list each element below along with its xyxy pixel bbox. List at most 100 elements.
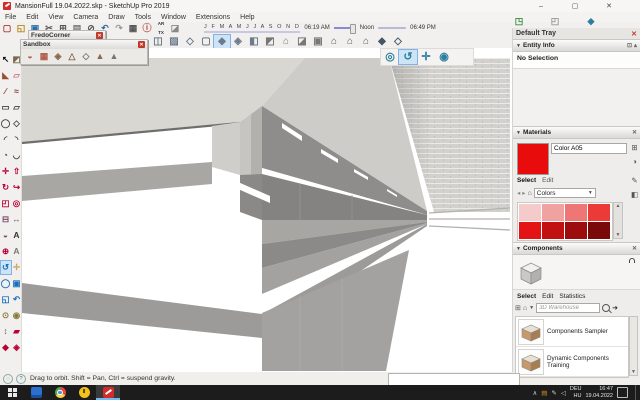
tool-rectangle-icon[interactable]: ▭ xyxy=(1,101,11,114)
sandbox-drape-icon[interactable]: ◇ xyxy=(79,51,93,62)
close-icon[interactable]: ✕ xyxy=(632,245,637,252)
tool-dimension-icon[interactable]: ↔ xyxy=(12,213,22,226)
sandbox-from-contours-icon[interactable]: ◒ xyxy=(23,51,37,62)
create-material-icon[interactable]: ⊞ xyxy=(630,143,639,152)
tool-three-d-text-icon[interactable]: A xyxy=(12,245,22,258)
tray-expand-icon[interactable]: ∧ xyxy=(532,389,537,397)
tool-push-pull-icon[interactable]: ⇧ xyxy=(12,165,22,178)
tool-polygon-icon[interactable]: ◇ xyxy=(12,117,22,130)
style-wireframe-icon[interactable]: ◇ xyxy=(182,35,198,48)
style-view-extra-b-icon[interactable]: ◇ xyxy=(390,35,406,48)
model-corner-facet-1[interactable] xyxy=(212,122,240,175)
tool-offset-icon[interactable]: ◎ xyxy=(12,197,22,210)
back-icon[interactable]: ◂ xyxy=(517,189,520,197)
color-swatch[interactable] xyxy=(565,204,587,221)
tool-walk-icon[interactable]: ↕ xyxy=(1,325,11,338)
in-model-icon[interactable]: ⌂ xyxy=(523,305,527,312)
collection-dropdown[interactable]: Colors ▼ xyxy=(534,188,596,198)
geolocation-icon[interactable]: ◌ xyxy=(3,374,13,384)
material-name-field[interactable] xyxy=(551,143,627,154)
color-swatch[interactable] xyxy=(519,222,541,239)
style-shaded-icon[interactable]: ◆ xyxy=(214,35,230,48)
menu-item[interactable]: Edit xyxy=(21,14,43,21)
menu-item[interactable]: Camera xyxy=(68,14,103,21)
tool-three-point-arc-icon[interactable]: ◡ xyxy=(12,149,22,162)
style-x-ray-icon[interactable]: ◫ xyxy=(150,35,166,48)
sandbox-flip-edge-icon[interactable]: ▲ xyxy=(107,51,121,62)
menu-item[interactable]: File xyxy=(0,14,21,21)
toolbar-shadows-toggle-icon[interactable]: ◪ xyxy=(168,23,182,34)
menu-item[interactable]: Draw xyxy=(103,14,129,21)
toolbar-artx-icon[interactable]: AR TX xyxy=(154,23,168,34)
scroll-up-icon[interactable]: ▲ xyxy=(616,203,621,209)
camera-look-around-icon[interactable]: ◉ xyxy=(435,50,453,64)
tool-move-icon[interactable]: ✛ xyxy=(1,165,11,178)
sandbox-from-scratch-icon[interactable]: ▦ xyxy=(37,51,51,62)
warehouse-search-input[interactable] xyxy=(536,303,600,313)
shadow-date-slider[interactable]: J F M A M J J A S O N D xyxy=(204,24,300,33)
details-icon[interactable]: ⊡ xyxy=(627,42,632,49)
tool-follow-me-icon[interactable]: ↪ xyxy=(12,181,22,194)
color-swatch[interactable] xyxy=(519,204,541,221)
toolbar-redo-icon[interactable]: ↷ xyxy=(112,23,126,34)
style-shaded-textures-icon[interactable]: ◈ xyxy=(230,35,246,48)
model-viewport[interactable] xyxy=(22,48,512,372)
sample-paint-icon[interactable]: ✎ xyxy=(630,176,639,185)
component-list-item[interactable]: Components Sampler xyxy=(516,317,628,347)
camera-orbit-icon[interactable]: ↺ xyxy=(399,50,417,64)
tool-freehand-icon[interactable]: ≈ xyxy=(12,85,22,98)
scroll-down-icon[interactable]: ▼ xyxy=(631,369,636,375)
component-list-item[interactable]: Dynamic Components Training xyxy=(516,347,628,377)
menu-item[interactable]: Tools xyxy=(130,14,156,21)
color-swatch[interactable] xyxy=(542,222,564,239)
volume-icon[interactable]: ◁ xyxy=(561,389,566,397)
materials-scrollbar[interactable]: ▲ ▼ xyxy=(613,202,623,239)
color-swatch[interactable] xyxy=(588,204,610,221)
paint-cursor-icon[interactable]: ◧ xyxy=(630,190,639,199)
menu-item[interactable]: Extensions xyxy=(191,14,235,21)
tool-tape-measure-icon[interactable]: ⊟ xyxy=(1,213,11,226)
model-corner-facet-2[interactable] xyxy=(240,114,251,176)
close-icon[interactable]: ✕ xyxy=(138,41,145,48)
materials-header[interactable]: ▼ Materials ✕ xyxy=(513,126,640,139)
tool-section-fill-icon[interactable]: ◆ xyxy=(1,341,11,354)
menu-item[interactable]: View xyxy=(43,14,68,21)
close-button[interactable]: ✕ xyxy=(592,0,626,12)
sandbox-stamp-icon[interactable]: △ xyxy=(65,51,79,62)
tool-two-point-arc-icon[interactable]: ◝ xyxy=(12,133,22,146)
components-tab-statistics[interactable]: Statistics xyxy=(559,293,585,300)
components-tab-edit[interactable]: Edit xyxy=(542,293,553,300)
tool-circle-icon[interactable]: ◯ xyxy=(1,117,11,130)
help-icon[interactable]: ? xyxy=(16,374,26,384)
tool-zoom-previous-icon[interactable]: ↶ xyxy=(12,293,22,306)
tool-eraser-icon[interactable]: ▱ xyxy=(12,69,22,82)
model-corner-facet-3[interactable] xyxy=(251,106,262,176)
tool-zoom-icon[interactable]: ◯ xyxy=(1,277,11,290)
menu-item[interactable]: Help xyxy=(235,14,259,21)
collapse-icon[interactable]: ▴ xyxy=(634,42,637,49)
tool-section-plane-icon[interactable]: ▰ xyxy=(12,325,22,338)
tool-zoom-extents-icon[interactable]: ◱ xyxy=(1,293,11,306)
tray-pen-icon[interactable]: ✎ xyxy=(551,389,556,397)
taskbar-app-chrome[interactable] xyxy=(48,385,72,400)
materials-tab-select[interactable]: Select xyxy=(517,177,536,184)
show-desktop-button[interactable] xyxy=(635,385,638,400)
tool-rotate-icon[interactable]: ↻ xyxy=(1,181,11,194)
minimize-button[interactable]: – xyxy=(524,0,558,12)
components-tab-select[interactable]: Select xyxy=(517,293,536,300)
language-indicator[interactable]: DEU HU xyxy=(570,386,582,399)
notification-center-icon[interactable] xyxy=(617,387,628,398)
close-icon[interactable]: ✕ xyxy=(632,129,637,136)
tool-rotated-rectangle-icon[interactable]: ▱ xyxy=(12,101,22,114)
shadow-time-slider[interactable] xyxy=(334,27,356,29)
style-roof-tool-b-icon[interactable]: ⌂ xyxy=(278,35,294,48)
components-header[interactable]: ▼ Components ✕ xyxy=(513,242,640,255)
close-icon[interactable]: ✕ xyxy=(96,32,103,39)
taskbar-app-file-manager[interactable] xyxy=(24,385,48,400)
start-button[interactable] xyxy=(0,385,24,400)
style-right-view-icon[interactable]: ⌂ xyxy=(342,35,358,48)
toolbar-new-icon[interactable]: ▢ xyxy=(0,23,14,34)
in-model-icon[interactable]: ⌂ xyxy=(528,190,532,197)
maximize-button[interactable]: ▢ xyxy=(558,0,592,12)
secondary-pane-icon[interactable]: ◑ xyxy=(630,157,639,166)
